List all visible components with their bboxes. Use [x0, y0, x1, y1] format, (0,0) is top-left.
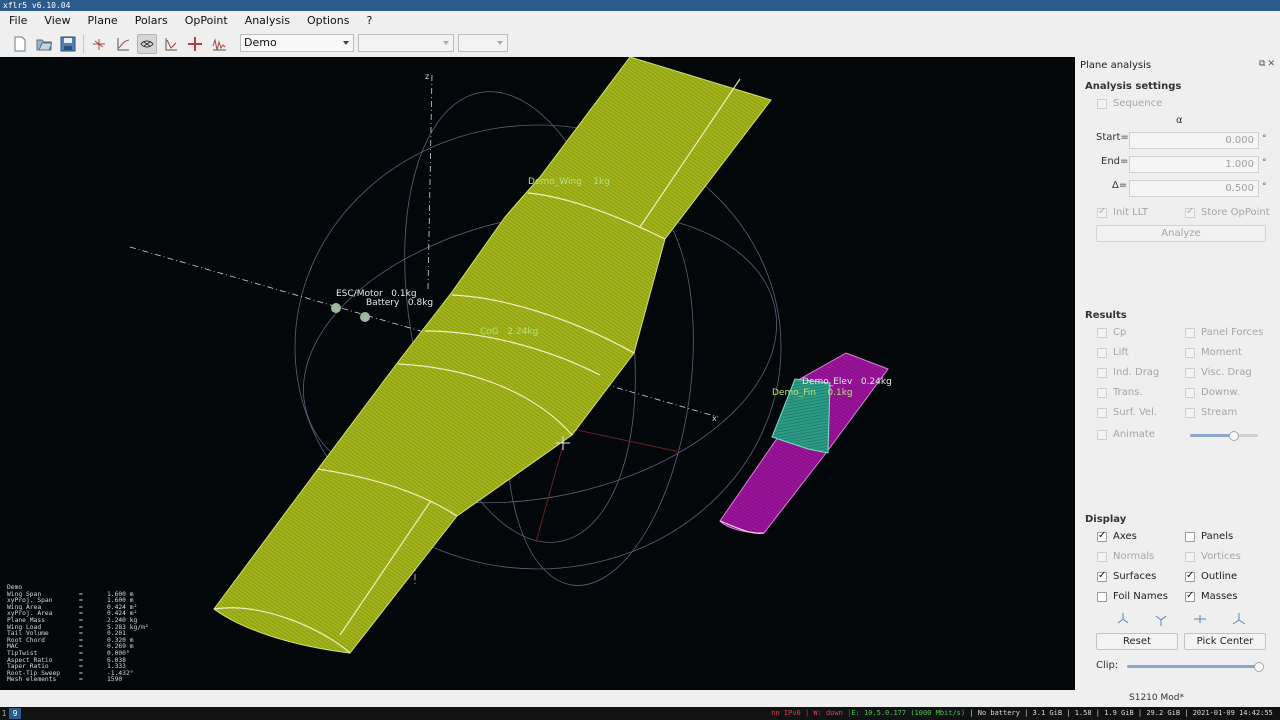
- clip-label: Clip:: [1096, 660, 1119, 671]
- alpha-label: α: [1176, 115, 1183, 126]
- menu-file[interactable]: File: [0, 11, 35, 31]
- results-heading: Results: [1085, 310, 1127, 321]
- 3d-view-icon[interactable]: [137, 34, 157, 54]
- 3d-viewport[interactable]: z x Demo_Wing 1kg ESC/Motor 0.1kg Batter…: [0, 57, 1075, 690]
- elev-mass-label: Demo_Elev 0.24kg: [802, 377, 892, 387]
- menu-options[interactable]: Options: [298, 11, 357, 31]
- display-checkbox-surfaces[interactable]: Surfaces: [1097, 570, 1156, 582]
- status-message: S1210 Mod*: [1129, 693, 1184, 703]
- toolbar: [0, 31, 1280, 56]
- end-label: End=: [1101, 156, 1129, 167]
- cog-label: CoG 2.24kg: [480, 327, 539, 337]
- result-checkbox-downw[interactable]: Downw.: [1185, 387, 1240, 398]
- open-file-icon[interactable]: [34, 34, 54, 54]
- plane-stats: Demo Wing Span = 1.600 m xyProj. Span = 1.600…: [7, 584, 149, 684]
- menu-bar: File View Plane Polars OpPoint Analysis …: [0, 11, 1280, 31]
- view-y-icon[interactable]: [1151, 609, 1171, 629]
- start-label: Start=: [1096, 132, 1129, 143]
- analysis-settings-heading: Analysis settings: [1085, 81, 1182, 92]
- display-checkbox-outline[interactable]: Outline: [1185, 570, 1237, 582]
- display-checkbox-normals[interactable]: Normals: [1097, 551, 1154, 562]
- result-checkbox-visc-drag[interactable]: Visc. Drag: [1185, 367, 1252, 378]
- reset-button[interactable]: Reset: [1096, 633, 1178, 650]
- plane-select-value: Demo: [244, 36, 277, 49]
- stats-row: Mesh elements = 1590: [7, 676, 123, 684]
- animate-speed-knob[interactable]: [1229, 431, 1239, 441]
- polar-select[interactable]: [358, 34, 454, 52]
- menu-polars[interactable]: Polars: [126, 11, 176, 31]
- save-icon[interactable]: [58, 34, 78, 54]
- display-checkbox-panels[interactable]: Panels: [1185, 531, 1233, 542]
- delta-input[interactable]: 0.500: [1129, 180, 1259, 197]
- menu-view[interactable]: View: [35, 11, 78, 31]
- fin-mass-label: Demo_Fin 0.1kg: [772, 388, 853, 398]
- pick-center-button[interactable]: Pick Center: [1184, 633, 1266, 650]
- workspace-9[interactable]: 9: [9, 708, 21, 719]
- cp-view-icon[interactable]: [161, 34, 181, 54]
- result-checkbox-panel-forces[interactable]: Panel Forces: [1185, 327, 1263, 338]
- display-heading: Display: [1085, 514, 1127, 525]
- end-input[interactable]: 1.000: [1129, 156, 1259, 173]
- menu-analysis[interactable]: Analysis: [236, 11, 298, 31]
- system-info: no IPv6 | W: down |E: 10.5.0.177 (1000 M…: [771, 709, 1277, 717]
- sequence-checkbox[interactable]: Sequence: [1097, 98, 1162, 109]
- view-z-icon[interactable]: [1190, 609, 1210, 629]
- display-checkbox-vortices[interactable]: Vortices: [1185, 551, 1241, 562]
- window-title: xflr5 v6.10.04: [0, 0, 1280, 11]
- new-file-icon[interactable]: [10, 34, 30, 54]
- svg-text:z: z: [425, 72, 429, 81]
- oppoint-select[interactable]: [458, 34, 508, 52]
- panel-float-close-icons[interactable]: ⧉✕: [1259, 59, 1277, 69]
- start-input[interactable]: 0.000: [1129, 132, 1259, 149]
- span-view-icon[interactable]: [185, 34, 205, 54]
- svg-text:x: x: [712, 414, 717, 423]
- store-oppoint-checkbox[interactable]: Store OpPoint: [1185, 206, 1270, 218]
- opp-view-icon[interactable]: [89, 34, 109, 54]
- display-checkbox-axes[interactable]: Axes: [1097, 530, 1137, 542]
- menu-oppoint[interactable]: OpPoint: [176, 11, 236, 31]
- wing-mass-label: Demo_Wing 1kg: [528, 177, 610, 187]
- system-status-bar: 1 9 no IPv6 | W: down |E: 10.5.0.177 (10…: [0, 707, 1280, 720]
- battery-mass-label: Battery 0.8kg: [366, 298, 434, 308]
- plane-3d-render: z x: [129, 57, 889, 654]
- delta-label: Δ=: [1112, 180, 1128, 191]
- result-checkbox-surf-vel[interactable]: Surf. Vel.: [1097, 407, 1157, 418]
- plane-select[interactable]: Demo: [240, 34, 354, 52]
- time-view-icon[interactable]: [209, 34, 229, 54]
- init-llt-checkbox[interactable]: Init LLT: [1097, 206, 1148, 218]
- result-checkbox-ind-drag[interactable]: Ind. Drag: [1097, 367, 1159, 378]
- result-checkbox-stream[interactable]: Stream: [1185, 407, 1237, 418]
- result-checkbox-trans[interactable]: Trans.: [1097, 387, 1143, 398]
- polar-view-icon[interactable]: [113, 34, 133, 54]
- view-x-icon[interactable]: [1113, 609, 1133, 629]
- animate-checkbox[interactable]: Animate: [1097, 429, 1155, 440]
- result-checkbox-lift[interactable]: Lift: [1097, 347, 1129, 358]
- display-checkbox-foil-names[interactable]: Foil Names: [1097, 591, 1168, 602]
- plane-analysis-panel: Plane analysis ⧉✕ Analysis settings Sequ…: [1075, 57, 1280, 707]
- result-checkbox-moment[interactable]: Moment: [1185, 347, 1242, 358]
- panel-title: Plane analysis: [1080, 60, 1152, 71]
- view-iso-icon[interactable]: [1229, 609, 1249, 629]
- display-checkbox-masses[interactable]: Masses: [1185, 590, 1238, 602]
- menu-help[interactable]: ?: [357, 11, 380, 31]
- menu-plane[interactable]: Plane: [79, 11, 126, 31]
- result-checkbox-cp[interactable]: Cp: [1097, 327, 1126, 338]
- clip-knob[interactable]: [1254, 662, 1264, 672]
- workspace-1[interactable]: 1: [0, 708, 8, 719]
- analyze-button[interactable]: Analyze: [1096, 225, 1266, 242]
